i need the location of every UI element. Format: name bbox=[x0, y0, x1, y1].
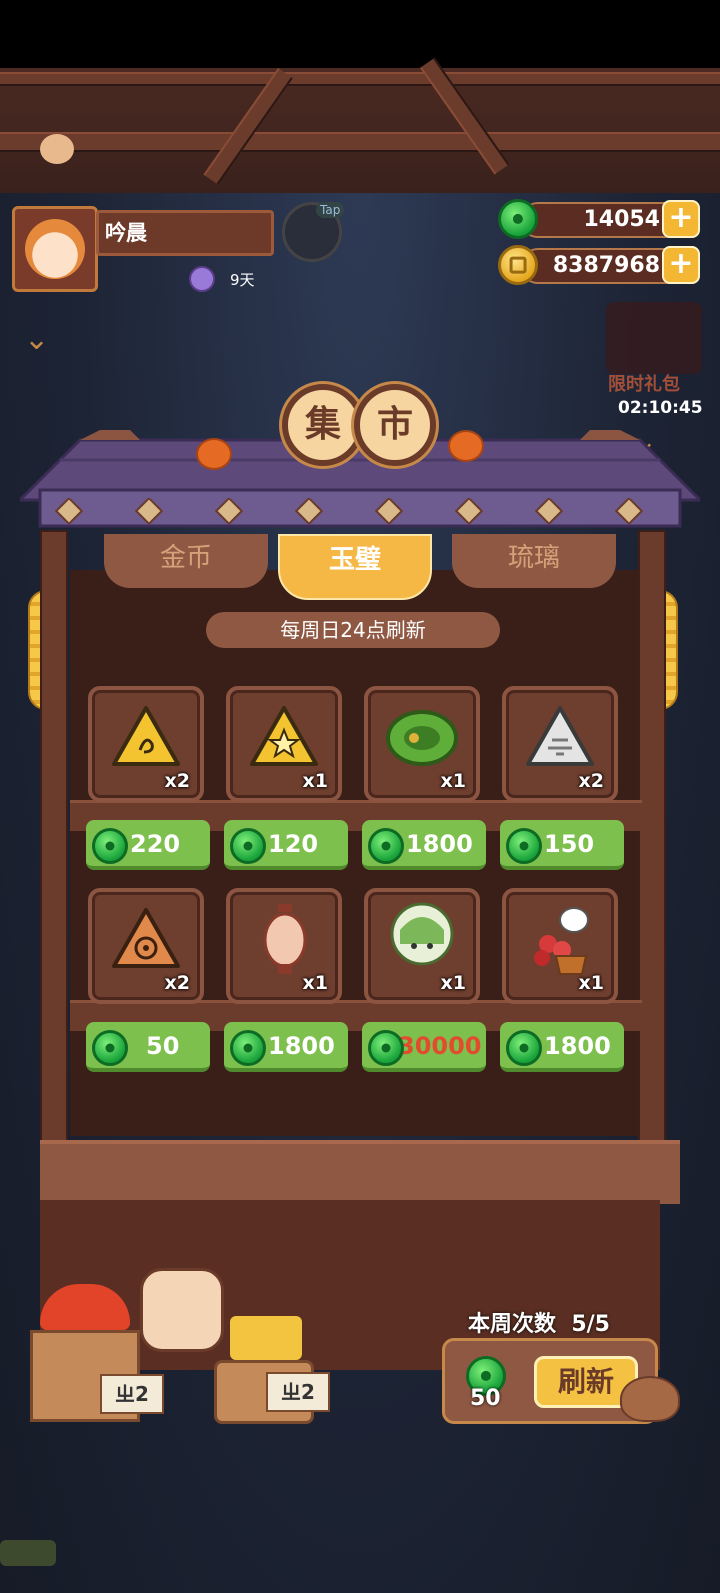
tofu-icon bbox=[230, 1316, 302, 1360]
item-quantity: x1 bbox=[302, 972, 328, 994]
weekly-refresh-label: 本周次数 bbox=[468, 1312, 557, 1337]
roof-beam-horizontal bbox=[0, 132, 720, 152]
jade-coin-icon bbox=[498, 199, 538, 239]
price-button[interactable]: 150 bbox=[500, 820, 624, 870]
market-item-slot[interactable]: x2 bbox=[502, 686, 618, 802]
green-haired-character-icon bbox=[390, 902, 454, 966]
price-button[interactable]: 1800 bbox=[362, 820, 486, 870]
market-item-slot[interactable]: x1 bbox=[502, 888, 618, 1004]
stall-post-right bbox=[638, 530, 666, 1170]
chevron-down-icon[interactable]: ⌄ bbox=[24, 322, 49, 357]
market-sign-right: 市 bbox=[354, 384, 436, 466]
price-button[interactable]: 50 bbox=[86, 1022, 210, 1072]
market-sign-left: 集 bbox=[282, 384, 364, 466]
item-quantity: x2 bbox=[164, 770, 190, 792]
price-button[interactable]: 120 bbox=[224, 820, 348, 870]
weekly-refresh-value: 5/5 bbox=[571, 1312, 610, 1337]
price-tag: ㄓ2 bbox=[266, 1372, 330, 1412]
market-item-slot[interactable]: x1 bbox=[226, 888, 342, 1004]
jade-coin-icon bbox=[506, 1030, 542, 1066]
market-item-slot[interactable]: x1 bbox=[364, 888, 480, 1004]
add-gold-button[interactable]: + bbox=[662, 246, 700, 284]
yellow-triangle-spiral-icon bbox=[112, 706, 180, 766]
persimmon-icon bbox=[448, 430, 484, 462]
refresh-schedule-note: 每周日24点刷新 bbox=[206, 612, 500, 648]
refresh-cost: 50 bbox=[470, 1386, 501, 1411]
tab-gold[interactable]: 金币 bbox=[104, 534, 268, 588]
avatar-face-icon bbox=[25, 219, 85, 279]
days-badge-icon bbox=[189, 266, 215, 292]
price-tag: ㄓ2 bbox=[100, 1374, 164, 1414]
status-bar bbox=[0, 0, 720, 68]
item-quantity: x2 bbox=[164, 972, 190, 994]
item-quantity: x1 bbox=[578, 972, 604, 994]
chick-icon bbox=[40, 134, 74, 164]
white-triangle-pattern-icon bbox=[526, 706, 594, 766]
tap-label: Tap bbox=[316, 202, 345, 218]
price-button[interactable]: 1800 bbox=[224, 1022, 348, 1072]
merchant-character-icon bbox=[140, 1268, 224, 1352]
tab-jade[interactable]: 玉璧 bbox=[278, 534, 432, 600]
price-button[interactable]: 1800 bbox=[500, 1022, 624, 1072]
market-item-slot[interactable]: x1 bbox=[364, 686, 480, 802]
tab-glaze[interactable]: 琉璃 bbox=[452, 534, 616, 588]
jade-coin-icon bbox=[92, 1030, 128, 1066]
login-days: 9天 bbox=[230, 271, 255, 289]
gift-timer: 02:10:45 bbox=[618, 398, 703, 418]
stall-counter bbox=[40, 1140, 680, 1204]
toggle-switch[interactable] bbox=[0, 1540, 56, 1566]
bird-flower-pot-icon bbox=[534, 907, 589, 975]
add-jade-button[interactable]: + bbox=[662, 200, 700, 238]
roof-beam-top bbox=[0, 72, 720, 86]
jade-coin-icon bbox=[230, 828, 266, 864]
yellow-triangle-star-icon bbox=[250, 706, 318, 766]
roof-beams bbox=[0, 57, 720, 193]
item-quantity: x1 bbox=[302, 770, 328, 792]
jade-coin-icon bbox=[506, 828, 542, 864]
player-avatar[interactable] bbox=[12, 206, 98, 292]
gift-label: 限时礼包 bbox=[608, 374, 680, 395]
item-quantity: x1 bbox=[440, 972, 466, 994]
price-button[interactable]: 220 bbox=[86, 820, 210, 870]
gold-coin-icon bbox=[498, 245, 538, 285]
mascot-icon bbox=[620, 1376, 680, 1422]
persimmon-icon bbox=[196, 438, 232, 470]
jade-coin-icon bbox=[368, 828, 404, 864]
roof-tile-row bbox=[30, 496, 690, 526]
lantern-icon bbox=[263, 904, 307, 974]
jade-coin-icon bbox=[92, 828, 128, 864]
market-item-slot[interactable]: x2 bbox=[88, 888, 204, 1004]
player-name: 吟晨 bbox=[96, 210, 274, 256]
green-mooncake-icon bbox=[386, 710, 458, 766]
weekly-refresh-count: 本周次数 5/5 bbox=[468, 1306, 610, 1338]
gift-box-icon[interactable] bbox=[606, 302, 702, 374]
jade-coin-icon bbox=[230, 1030, 266, 1066]
stall-post-left bbox=[40, 530, 68, 1170]
orange-triangle-flower-icon bbox=[112, 908, 180, 968]
item-quantity: x1 bbox=[440, 770, 466, 792]
market-item-slot[interactable]: x1 bbox=[226, 686, 342, 802]
item-quantity: x2 bbox=[578, 770, 604, 792]
jade-coin-icon bbox=[368, 1030, 404, 1066]
market-item-slot[interactable]: x2 bbox=[88, 686, 204, 802]
price-button-insufficient[interactable]: 30000 bbox=[362, 1022, 486, 1072]
